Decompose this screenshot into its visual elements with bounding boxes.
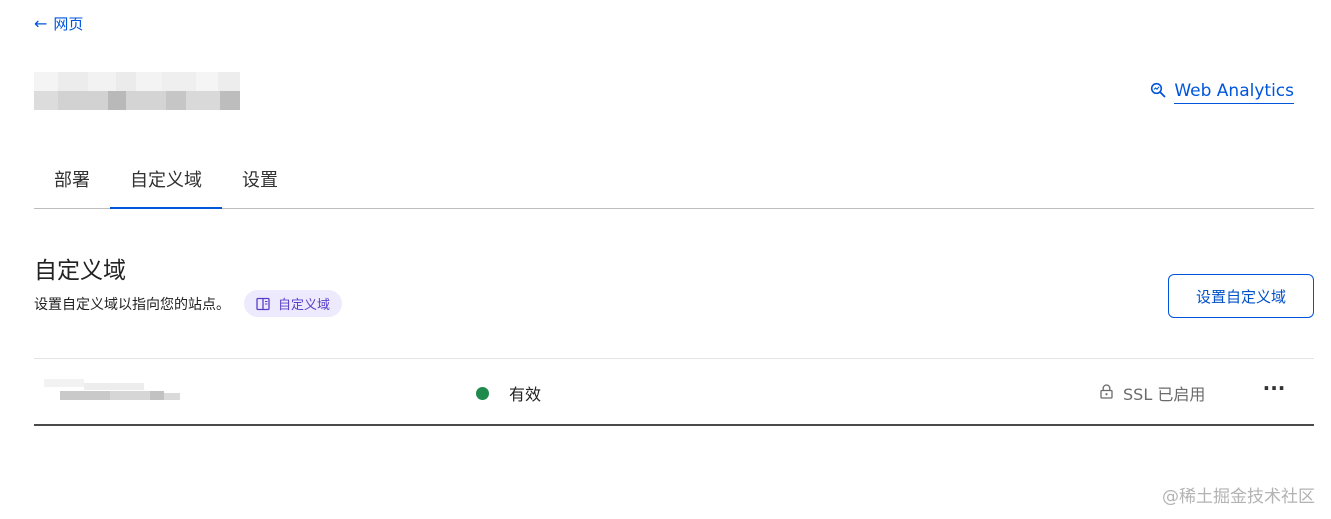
back-link[interactable]: ← 网页 xyxy=(34,13,83,34)
ellipsis-icon: ··· xyxy=(1262,376,1286,400)
setup-custom-domain-button[interactable]: 设置自定义域 xyxy=(1168,274,1314,318)
domain-list: 有效 SSL 已启用 ··· xyxy=(34,358,1314,426)
analytics-search-icon xyxy=(1150,82,1166,103)
section-description-row: 设置自定义域以指向您的站点。 自定义域 xyxy=(34,290,343,317)
arrow-left-icon: ← xyxy=(34,13,48,33)
more-options-button[interactable]: ··· xyxy=(1260,373,1288,403)
docs-chip-label: 自定义域 xyxy=(278,298,331,313)
book-icon xyxy=(256,297,270,311)
docs-chip-link[interactable]: 自定义域 xyxy=(244,290,343,317)
back-link-label: 网页 xyxy=(53,15,84,33)
web-analytics-label: Web Analytics xyxy=(1174,81,1294,104)
domain-name-redacted xyxy=(44,377,184,407)
tab-settings[interactable]: 设置 xyxy=(222,156,298,208)
ssl-status: SSL 已启用 xyxy=(1100,381,1205,405)
lock-icon xyxy=(1100,383,1113,403)
section-description: 设置自定义域以指向您的站点。 xyxy=(34,296,230,313)
status-label: 有效 xyxy=(509,385,542,404)
project-name-redacted xyxy=(34,72,240,110)
tab-custom-domains[interactable]: 自定义域 xyxy=(110,156,222,209)
tab-bar: 部署 自定义域 设置 xyxy=(34,156,1314,209)
web-analytics-link[interactable]: Web Analytics xyxy=(1150,81,1294,104)
status-dot-icon xyxy=(476,386,489,400)
tab-deployments[interactable]: 部署 xyxy=(34,156,110,208)
domain-status: 有效 xyxy=(476,381,541,405)
ssl-label: SSL 已启用 xyxy=(1123,385,1206,404)
section-title: 自定义域 xyxy=(34,258,126,284)
watermark: @稀土掘金技术社区 xyxy=(1162,487,1315,507)
